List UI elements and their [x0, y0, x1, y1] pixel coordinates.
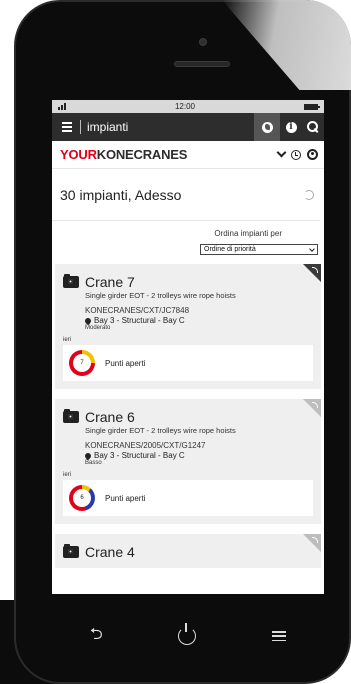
- open-items-box[interactable]: 7 Punti aperti: [63, 345, 313, 381]
- open-items-ring: 7: [69, 350, 95, 376]
- card-description: Single girder EOT - 2 trolleys wire rope…: [85, 426, 236, 435]
- summary-header: 30 impianti, Adesso: [52, 169, 320, 221]
- globe-button[interactable]: [254, 113, 280, 141]
- clock-icon[interactable]: [291, 149, 301, 160]
- open-items-label: Punti aperti: [105, 493, 146, 503]
- brand-part-konecranes: KONECRANES: [96, 147, 188, 162]
- open-items-count: 7: [80, 360, 84, 366]
- card-description: Single girder EOT - 2 trolleys wire rope…: [85, 291, 236, 300]
- card-title: Crane 7: [85, 274, 135, 290]
- battery-icon: [304, 103, 320, 110]
- phone-nav-bar: ⮌: [52, 606, 324, 666]
- open-items-count: 6: [80, 495, 84, 501]
- sort-label: Ordina impianti per: [214, 229, 282, 238]
- status-bar: 12:00: [52, 100, 324, 113]
- menu-icon[interactable]: [56, 113, 78, 141]
- card-header: Crane 4: [63, 544, 313, 560]
- info-icon: i: [285, 121, 297, 133]
- page-title: impianti: [87, 120, 129, 134]
- brand-logo[interactable]: YOURKONECRANES: [60, 147, 187, 162]
- app-bar-actions: i: [254, 113, 324, 141]
- summary-text: 30 impianti, Adesso: [60, 186, 182, 203]
- card-location-text: Bay 3 - Structural - Bay C: [94, 451, 185, 460]
- app-bar: impianti i: [52, 113, 324, 141]
- user-icon[interactable]: [307, 149, 318, 160]
- search-button[interactable]: [302, 113, 324, 141]
- signal-icon: [58, 103, 66, 110]
- open-items-ring: 6: [69, 485, 95, 511]
- search-icon: [307, 121, 319, 133]
- open-items-box[interactable]: 6 Punti aperti: [63, 480, 313, 516]
- crane-icon: [63, 274, 79, 288]
- brand-bar: YOURKONECRANES: [52, 141, 324, 169]
- chevron-down-icon[interactable]: [276, 147, 287, 158]
- card-priority: Basso: [85, 460, 102, 466]
- power-icon[interactable]: [178, 623, 197, 645]
- card-code: KONECRANES/2005/CXT/G1247: [85, 441, 206, 450]
- brand-part-your: YOUR: [60, 147, 97, 162]
- equipment-card[interactable]: Crane 4: [55, 534, 321, 568]
- card-priority: Moderato: [85, 325, 111, 331]
- card-body: Single girder EOT - 2 trolleys wire rope…: [63, 291, 313, 331]
- open-items-label: Punti aperti: [105, 358, 146, 368]
- card-header: Crane 7: [63, 274, 313, 290]
- equipment-list: Crane 7 Single girder EOT - 2 trolleys w…: [52, 256, 324, 568]
- nav-menu-icon[interactable]: [272, 631, 287, 641]
- card-location: Bay 3 - Structural - Bay C: [83, 451, 313, 460]
- info-button[interactable]: i: [280, 113, 302, 141]
- app-bar-divider: [80, 120, 81, 134]
- card-when: ieri: [63, 472, 72, 478]
- camera-icon: [199, 38, 207, 46]
- speaker-grille: [174, 61, 230, 67]
- status-time: 12:00: [174, 102, 196, 111]
- card-title: Crane 4: [85, 544, 135, 560]
- location-pin-icon: [83, 451, 93, 460]
- card-title: Crane 6: [85, 409, 135, 425]
- card-code: KONECRANES/CXT/JC7848: [85, 306, 190, 315]
- location-pin-icon: [83, 316, 93, 325]
- card-header: Crane 6: [63, 409, 313, 425]
- card-location-text: Bay 3 - Structural - Bay C: [94, 316, 185, 325]
- equipment-card[interactable]: Crane 6 Single girder EOT - 2 trolleys w…: [55, 399, 321, 524]
- back-icon[interactable]: ⮌: [90, 623, 103, 650]
- card-when: ieri: [63, 337, 72, 343]
- sort-select[interactable]: Ordine di priorità: [200, 244, 318, 255]
- brand-actions: [276, 147, 318, 160]
- globe-icon: [261, 121, 273, 133]
- crane-icon: [63, 409, 79, 423]
- card-location: Bay 3 - Structural - Bay C: [83, 316, 313, 325]
- equipment-card[interactable]: Crane 7 Single girder EOT - 2 trolleys w…: [55, 264, 321, 389]
- card-body: Single girder EOT - 2 trolleys wire rope…: [63, 426, 313, 466]
- sort-control: Ordina impianti per Ordine di priorità: [52, 221, 324, 256]
- refresh-icon[interactable]: [304, 189, 314, 200]
- crane-icon: [63, 544, 79, 558]
- phone-screen: 12:00 impianti i YOURKONECRANES 30 impia…: [52, 100, 324, 594]
